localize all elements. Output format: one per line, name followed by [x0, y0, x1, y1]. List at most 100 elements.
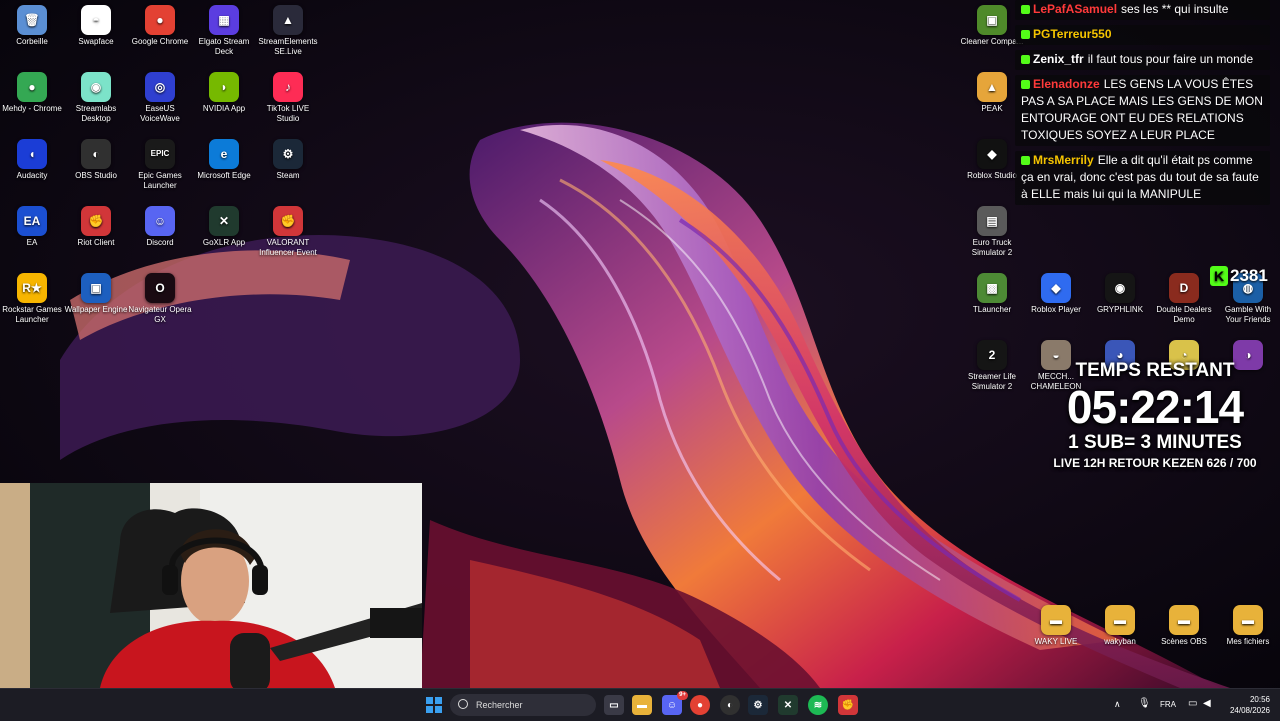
desktop-icon-item[interactable]: ▩ TLauncher [960, 268, 1024, 315]
desktop-icon-item[interactable]: EPIC Epic Games Launcher [128, 134, 192, 191]
microphone-icon[interactable]: 🎙 [1138, 698, 1151, 709]
folder-icon-item[interactable]: ▬ WAKY LIVE [1024, 600, 1088, 647]
app-icon: ● [145, 5, 175, 35]
chat-username: Elenadonze [1033, 77, 1100, 91]
taskbar-search[interactable]: Rechercher [450, 694, 596, 716]
app-icon: ◗ [209, 72, 239, 102]
steam-icon: ⚙ [753, 699, 763, 711]
desktop-icon-label: Mehdy - Chrome [2, 104, 62, 113]
desktop-icon-item[interactable]: ◉ Streamlabs Desktop [64, 67, 128, 124]
desktop-icon-item[interactable]: ◓ Swapface [64, 0, 128, 47]
desktop-icon-label: Wallpaper Engine [64, 305, 128, 314]
desktop-icon-label: Swapface [78, 37, 114, 46]
desktop-icon-item[interactable]: O Navigateur Opera GX [128, 268, 192, 325]
desktop-icon-item[interactable]: ◉ GRYPHLINK [1088, 268, 1152, 315]
desktop-icon-label: TikTok LIVE Studio [266, 104, 310, 123]
desktop-icon-item[interactable]: 2 Streamer Life Simulator 2 [960, 335, 1024, 392]
chat-badge-icon [1021, 156, 1030, 165]
desktop-icon-item[interactable]: ● Mehdy - Chrome [0, 67, 64, 114]
desktop-icon-item[interactable]: ✊ VALORANT Influencer Event [256, 201, 320, 258]
desktop-icon-item[interactable]: ✊ Riot Client [64, 201, 128, 248]
app-icon: ▣ [977, 5, 1007, 35]
discord-taskbar-button[interactable]: ☺ 9+ [662, 691, 688, 715]
obs-taskbar-button[interactable]: ◐ [720, 695, 740, 715]
desktop-icon-item[interactable]: ● Google Chrome [128, 0, 192, 47]
desktop-icon-item[interactable]: ◗ NVIDIA App [192, 67, 256, 114]
chat-message: LePafASamuel ses les ** qui insulte [1015, 0, 1270, 20]
app-icon: ● [17, 72, 47, 102]
desktop-icon-item[interactable]: ◐ OBS Studio [64, 134, 128, 181]
desktop-icon-item[interactable]: ◆ Roblox Player [1024, 268, 1088, 315]
start-button[interactable] [424, 695, 444, 715]
desktop-icon-item[interactable]: ✕ GoXLR App [192, 201, 256, 248]
desktop-icon-label: wakyban [1104, 637, 1136, 646]
desktop-icon-label: Steam [276, 171, 300, 180]
goxlr-taskbar-button[interactable]: ✕ [778, 695, 798, 715]
timer-value: 05:22:14 [1066, 381, 1244, 433]
desktop-icon-item[interactable]: D Double Dealers Demo [1152, 268, 1216, 325]
volume-icon[interactable]: ◀ [1203, 698, 1211, 709]
clock-time: 20:56 [1249, 695, 1270, 704]
chat-text: ses les ** qui insulte [1121, 2, 1229, 16]
desktop-icon-label: EaseUS VoiceWave [140, 104, 180, 123]
file-explorer-button[interactable]: ▬ [632, 695, 652, 715]
chat-message: Elenadonze LES GENS LA VOUS ÊTES PAS A SA… [1015, 75, 1270, 146]
webcam-overlay [0, 483, 422, 688]
desktop-icon-label: Epic Games Launcher [138, 171, 182, 190]
desktop-icon-label: Scènes OBS [1161, 637, 1207, 646]
webcam-feed [0, 483, 422, 688]
folder-icon-item[interactable]: ▬ Scènes OBS [1152, 600, 1216, 647]
app-icon: EPIC [145, 139, 175, 169]
desktop-icon-label: Gamble With Your Friends [1224, 305, 1272, 324]
chrome-taskbar-button[interactable]: ● [690, 695, 710, 715]
steam-taskbar-button[interactable]: ⚙ [748, 695, 768, 715]
task-view-button[interactable]: ▭ [604, 695, 624, 715]
desktop-icon-label: Audacity [16, 171, 48, 180]
network-icon[interactable]: ▭ [1188, 698, 1197, 709]
app-icon: ⚙ [273, 139, 303, 169]
desktop-icon-item[interactable]: ⚙ Steam [256, 134, 320, 181]
sub-count-value: 2381 [1230, 266, 1268, 285]
app-icon: ▩ [977, 273, 1007, 303]
app-icon: R★ [17, 273, 47, 303]
desktop-icon-label: Mes fichiers [1226, 637, 1270, 646]
chat-message: Zenix_tfr il faut tous pour faire un mond… [1015, 50, 1270, 70]
app-icon: D [1169, 273, 1199, 303]
chat-badge-icon [1021, 5, 1030, 14]
folder-icon-item[interactable]: ▬ wakyban [1088, 600, 1152, 647]
desktop-icon-label: Rockstar Games Launcher [2, 305, 62, 324]
desktop-icon-item[interactable]: R★ Rockstar Games Launcher [0, 268, 64, 325]
desktop-icon-item[interactable]: ▲ StreamElements SE.Live [256, 0, 320, 57]
riot-taskbar-button[interactable]: ✊ [838, 695, 858, 715]
desktop-icon-label: GoXLR App [202, 238, 246, 247]
folder-icon-item[interactable]: ▬ Mes fichiers [1216, 600, 1280, 647]
desktop-icon-item[interactable]: 🗑 Corbeille [0, 0, 64, 47]
desktop-icon-label: Roblox Player [1031, 305, 1081, 314]
language-indicator[interactable]: FRA [1160, 700, 1176, 709]
desktop-icon-item[interactable]: ◖ Audacity [0, 134, 64, 181]
app-icon: ◖ [17, 139, 47, 169]
folder-icon: ▬ [1105, 605, 1135, 635]
chat-badge-icon [1021, 30, 1030, 39]
desktop-icon-item[interactable]: e Microsoft Edge [192, 134, 256, 181]
app-icon: O [145, 273, 175, 303]
desktop-icon-item[interactable]: ☺ Discord [128, 201, 192, 248]
app-icon: ◆ [1041, 273, 1071, 303]
app-icon: ◓ [81, 5, 111, 35]
discord-icon: ☺ [666, 699, 678, 711]
app-icon: ☺ [145, 206, 175, 236]
spotify-taskbar-button[interactable]: ≋ [808, 695, 828, 715]
clock[interactable]: 20:56 24/08/2026 [1226, 694, 1270, 716]
app-icon: ◉ [1105, 273, 1135, 303]
desktop-icon-item[interactable]: EA EA [0, 201, 64, 248]
kick-icon: K [1210, 266, 1228, 286]
desktop-icon-item[interactable]: ▣ Wallpaper Engine [64, 268, 128, 315]
desktop-icon-label: TLauncher [972, 305, 1012, 314]
desktop-icon-item[interactable]: ◎ EaseUS VoiceWave [128, 67, 192, 124]
desktop-icon-item[interactable]: ♪ TikTok LIVE Studio [256, 67, 320, 124]
folder-icon: ▬ [1233, 605, 1263, 635]
app-icon: ▤ [977, 206, 1007, 236]
tray-overflow-icon[interactable]: ∧ [1114, 699, 1121, 710]
desktop-icon-item[interactable]: ▦ Elgato Stream Deck [192, 0, 256, 57]
chat-username: MrsMerrily [1033, 153, 1094, 167]
